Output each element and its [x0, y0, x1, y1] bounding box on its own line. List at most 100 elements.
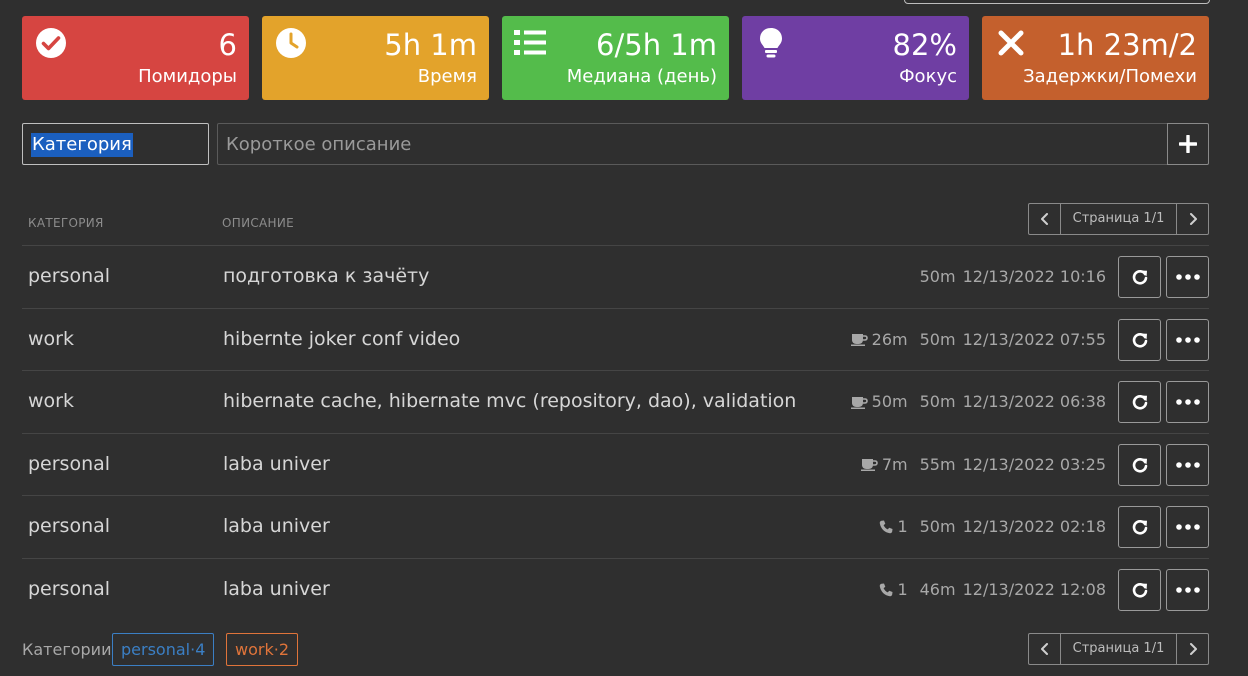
- next-page-button[interactable]: [1176, 204, 1208, 234]
- category-badge-personal[interactable]: personal·4: [112, 633, 215, 666]
- more-options-button[interactable]: [1166, 506, 1209, 549]
- table-row: work hibernte joker conf video 26m 50m 12/13…: [22, 307, 1209, 370]
- close-icon: [998, 30, 1024, 56]
- page-indicator: Страница 1/1: [1072, 211, 1165, 226]
- row-meta: 50m 50m 12/13/2022 06:38: [850, 391, 1106, 413]
- phone-icon: [880, 520, 893, 534]
- more-options-button[interactable]: [1166, 318, 1209, 361]
- row-duration: 50m: [919, 392, 956, 412]
- row-duration: 46m: [919, 580, 956, 599]
- row-category: personal: [28, 515, 111, 538]
- column-header-description: ОПИСАНИЕ: [222, 216, 295, 230]
- more-options-button[interactable]: [1166, 256, 1209, 298]
- redo-icon: [1132, 457, 1147, 473]
- category-input-selected-text: Категория: [31, 133, 133, 157]
- stat-value: 6/5h 1m: [596, 28, 717, 62]
- row-date: 12/13/2022 03:25: [962, 454, 1106, 474]
- redo-icon: [1132, 269, 1147, 285]
- row-category: personal: [28, 578, 111, 600]
- stat-value: 1h 23m/2: [1057, 28, 1197, 62]
- stat-label: Задержки/Помехи: [1023, 66, 1197, 87]
- list-icon: [514, 30, 546, 55]
- table-row: personal laba univer 1 46m 12/13/2022 12:08: [22, 558, 1209, 620]
- row-description: laba univer: [223, 578, 330, 600]
- description-input[interactable]: [217, 123, 1168, 165]
- row-duration: 50m: [919, 329, 956, 349]
- row-extra-value: 50m: [871, 392, 908, 412]
- chevron-left-icon: [1040, 213, 1048, 225]
- ellipsis-icon: [1175, 524, 1200, 531]
- row-description: hibernte joker conf video: [223, 327, 461, 350]
- stat-time: 5h 1m Время: [262, 16, 489, 100]
- row-meta: 1 46m 12/13/2022 12:08: [879, 579, 1106, 601]
- next-page-button[interactable]: [1176, 634, 1208, 664]
- categories-label: Категории: [22, 640, 112, 659]
- row-description: hibernate cache, hibernate mvc (reposito…: [223, 390, 797, 413]
- more-options-button[interactable]: [1166, 443, 1209, 486]
- badge-name: work: [235, 640, 274, 659]
- row-extra: 1: [879, 516, 908, 538]
- restart-button[interactable]: [1118, 318, 1161, 361]
- row-extra-value: 26m: [871, 329, 908, 349]
- ellipsis-icon: [1175, 399, 1200, 405]
- category-badge-work[interactable]: work·2: [226, 633, 298, 666]
- coffee-icon: [850, 396, 868, 409]
- restart-button[interactable]: [1118, 506, 1161, 549]
- redo-icon: [1132, 520, 1147, 535]
- row-extra: 26m: [850, 329, 908, 351]
- ellipsis-icon: [1175, 461, 1200, 468]
- chevron-right-icon: [1189, 643, 1197, 655]
- chevron-left-icon: [1040, 643, 1048, 655]
- stat-value: 5h 1m: [384, 28, 477, 62]
- more-options-button[interactable]: [1166, 381, 1209, 424]
- row-extra: 1: [879, 579, 908, 601]
- table-row: work hibernate cache, hibernate mvc (repo…: [22, 370, 1209, 432]
- row-meta: 7m 55m 12/13/2022 03:25: [860, 454, 1106, 476]
- row-duration: 50m: [919, 517, 956, 537]
- row-duration: 55m: [919, 454, 956, 474]
- row-category: personal: [28, 265, 111, 287]
- row-date: 12/13/2022 10:16: [962, 267, 1106, 286]
- prev-page-button[interactable]: [1029, 204, 1061, 234]
- coffee-icon: [850, 334, 868, 347]
- prev-page-button[interactable]: [1029, 634, 1061, 664]
- redo-icon: [1132, 332, 1147, 348]
- row-description: подготовка к зачёту: [223, 265, 430, 287]
- stats-bar: 6 Помидоры 5h 1m Время 6/5h 1m Медиана (…: [22, 16, 1209, 100]
- row-description: laba univer: [223, 515, 330, 538]
- stat-focus: 82% Фокус: [742, 16, 969, 100]
- stat-label: Помидоры: [138, 66, 237, 87]
- category-input[interactable]: Категория: [22, 123, 209, 165]
- restart-button[interactable]: [1118, 569, 1161, 611]
- row-category: work: [28, 390, 74, 413]
- row-date: 12/13/2022 07:55: [962, 329, 1106, 349]
- column-header-category: КАТЕГОРИЯ: [28, 216, 104, 230]
- badge-count: 2: [278, 640, 289, 659]
- redo-icon: [1132, 582, 1147, 598]
- row-extra-value: 1: [897, 580, 908, 599]
- restart-button[interactable]: [1118, 381, 1161, 424]
- stat-pomodoros: 6 Помидоры: [22, 16, 249, 100]
- restart-button[interactable]: [1118, 443, 1161, 486]
- row-meta: 50m 12/13/2022 10:16: [920, 266, 1106, 288]
- badge-name: personal: [121, 640, 191, 659]
- stat-label: Фокус: [899, 66, 957, 87]
- stat-label: Время: [417, 66, 477, 87]
- chevron-right-icon: [1189, 213, 1197, 225]
- plus-icon: [1179, 135, 1197, 153]
- table-row: personal laba univer 7m 55m 12/13/2022 03:25: [22, 432, 1209, 495]
- stat-value: 82%: [892, 28, 957, 62]
- clock-icon: [276, 28, 306, 58]
- row-category: work: [28, 327, 74, 350]
- restart-button[interactable]: [1118, 256, 1161, 298]
- phone-icon: [880, 583, 893, 597]
- row-date: 12/13/2022 06:38: [962, 392, 1106, 412]
- ellipsis-icon: [1175, 274, 1200, 280]
- table-row: personal laba univer 1 50m 12/13/2022 02:18: [22, 495, 1209, 557]
- ellipsis-icon: [1175, 336, 1200, 343]
- add-entry-button[interactable]: [1167, 123, 1209, 165]
- table-row: personal подготовка к зачёту 50m 12/13/2022…: [22, 245, 1209, 307]
- badge-count: 4: [195, 640, 206, 659]
- row-category: personal: [28, 452, 111, 475]
- more-options-button[interactable]: [1166, 569, 1209, 611]
